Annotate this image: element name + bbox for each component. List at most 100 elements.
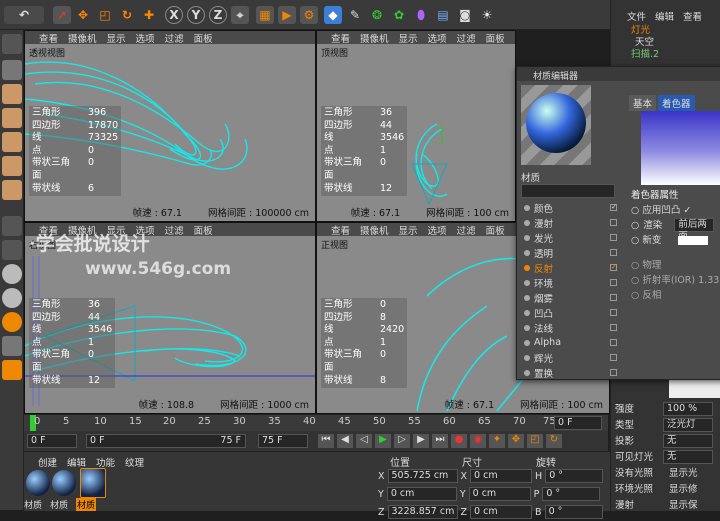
cube-icon[interactable]: ◆ xyxy=(324,6,342,24)
color-swatch[interactable] xyxy=(669,380,720,398)
record-icon[interactable]: ● xyxy=(451,434,467,448)
axis-mode-icon[interactable] xyxy=(2,216,22,236)
object-item[interactable]: 天空 xyxy=(631,37,720,49)
world-icon[interactable]: ⌖ xyxy=(231,6,249,24)
z-axis-icon[interactable]: Z xyxy=(209,6,227,24)
physical-row[interactable]: ○ 物理 xyxy=(631,258,720,273)
make-editable-icon[interactable] xyxy=(2,34,22,54)
next-frame-icon[interactable]: ▷ xyxy=(394,434,410,448)
rot-b-field[interactable]: 0 ° xyxy=(544,505,603,519)
prev-key-icon[interactable]: ◀ xyxy=(337,434,353,448)
material-swatch[interactable] xyxy=(52,470,76,496)
ior-row[interactable]: ○ 折射率(IOR) 1.333 xyxy=(631,273,720,288)
menu-view[interactable]: 查看 xyxy=(39,31,58,45)
play-icon[interactable]: ▶ xyxy=(375,434,391,448)
menu-function[interactable]: 功能 xyxy=(96,455,115,469)
show-mod-check[interactable]: 显示修 xyxy=(669,482,698,498)
show-light-check[interactable]: 显示光 xyxy=(669,466,698,482)
viewport-perspective[interactable]: 查看 摄像机 显示 选项 过滤 面板 透视视图 三角形 396 四边形 17870 线 7332… xyxy=(24,30,316,222)
channel-diffuse[interactable]: 漫射 xyxy=(521,215,621,230)
tab-basic[interactable]: 基本 xyxy=(629,95,657,111)
y-axis-icon[interactable]: Y xyxy=(187,6,205,24)
scale-key-icon[interactable]: ◰ xyxy=(527,434,543,448)
pos-y-field[interactable]: 0 cm xyxy=(386,487,457,501)
channel-transparency[interactable]: 透明 xyxy=(521,245,621,260)
size-y-field[interactable]: 0 cm xyxy=(468,487,531,501)
edges-mode-icon[interactable] xyxy=(2,156,22,176)
pos-z-field[interactable]: 3228.857 cm xyxy=(387,505,458,519)
go-end-icon[interactable]: ⏭ xyxy=(432,434,448,448)
viewport-top[interactable]: 查看 摄像机 显示 选项 过滤 面板 顶视图 三角形 36 四边形 44 线 3546 点1 带… xyxy=(316,30,516,222)
render-view-icon[interactable]: ▦ xyxy=(256,6,274,24)
rot-h-field[interactable]: 0 ° xyxy=(545,469,604,483)
no-light-check[interactable]: 没有光照 xyxy=(615,466,663,482)
render-row[interactable]: ○ 渲染前后两面 xyxy=(631,218,720,242)
preview-range-field[interactable]: 0 F 75 F xyxy=(86,434,246,448)
shadow-select[interactable]: 无 xyxy=(663,434,713,448)
tab-shader[interactable]: 着色器 xyxy=(658,95,695,111)
menu-edit[interactable]: 编辑 xyxy=(655,9,674,23)
size-z-field[interactable]: 0 cm xyxy=(470,505,533,519)
show-keep-check[interactable]: 显示保 xyxy=(669,498,698,514)
channel-bump[interactable]: 凹凸 xyxy=(521,305,621,320)
channel-displacement[interactable]: 置换 xyxy=(521,365,621,380)
select-icon[interactable]: ➚ xyxy=(53,6,71,24)
pen-icon[interactable]: ✎ xyxy=(346,6,364,24)
menu-edit[interactable]: 编辑 xyxy=(67,455,86,469)
render-settings-icon[interactable]: ⚙ xyxy=(300,6,318,24)
go-start-icon[interactable]: ⏮ xyxy=(318,434,334,448)
menu-view[interactable]: 查看 xyxy=(683,9,702,23)
object-item[interactable]: 灯光 xyxy=(631,25,720,37)
prev-frame-icon[interactable]: ◁ xyxy=(356,434,372,448)
apply-bump-check[interactable]: ○ 应用凹凸 ✓ xyxy=(631,203,720,218)
viewport-right[interactable]: 查看 摄像机 显示 选项 过滤 面板 右视图 ·学会批说设计 www.546g.com 三… xyxy=(24,222,316,414)
channel-alpha[interactable]: Alpha xyxy=(521,335,621,350)
channel-color[interactable]: 颜色 ✓ xyxy=(521,200,621,215)
move-icon[interactable]: ✥ xyxy=(74,6,92,24)
scene-icon[interactable]: ▤ xyxy=(434,6,452,24)
polygons-mode-icon[interactable] xyxy=(2,180,22,200)
channel-normal[interactable]: 法线 xyxy=(521,320,621,335)
menu-file[interactable]: 文件 xyxy=(627,9,646,23)
rotate-key-icon[interactable]: ↻ xyxy=(546,434,562,448)
menu-filter[interactable]: 过滤 xyxy=(165,31,184,45)
material-name-field[interactable] xyxy=(521,184,615,198)
model-mode-icon[interactable] xyxy=(2,60,22,80)
render-picture-icon[interactable]: ▶ xyxy=(278,6,296,24)
motion-icon[interactable]: ✥ xyxy=(508,434,524,448)
menu-options[interactable]: 选项 xyxy=(136,31,155,45)
channel-fog[interactable]: 烟雾 xyxy=(521,290,621,305)
magnet-icon[interactable] xyxy=(2,312,22,332)
camera-icon[interactable]: ◙ xyxy=(456,6,474,24)
array-icon[interactable]: ✿ xyxy=(390,6,408,24)
pos-x-field[interactable]: 505.725 cm xyxy=(387,469,458,483)
menu-create[interactable]: 创建 xyxy=(38,455,57,469)
light-icon[interactable]: ☀ xyxy=(478,6,496,24)
channel-glow[interactable]: 辉光 xyxy=(521,350,621,365)
type-select[interactable]: 泛光灯 xyxy=(663,418,713,432)
tweak-icon[interactable] xyxy=(2,240,22,260)
autokey-icon[interactable]: ◉ xyxy=(470,434,486,448)
menu-camera[interactable]: 摄像机 xyxy=(68,31,97,45)
material-swatch[interactable] xyxy=(26,470,50,496)
gradient-preview[interactable] xyxy=(641,111,720,185)
fade-row[interactable]: ○ 新变 xyxy=(631,233,720,248)
channel-luminance[interactable]: 发光 xyxy=(521,230,621,245)
start-frame-field[interactable]: 0 F xyxy=(27,434,77,448)
rotate-icon[interactable]: ↻ xyxy=(118,6,136,24)
menu-panel[interactable]: 面板 xyxy=(194,31,213,45)
snap-settings-icon[interactable] xyxy=(2,288,22,308)
workplane-icon[interactable] xyxy=(2,108,22,128)
deformer-icon[interactable]: ⬮ xyxy=(412,6,430,24)
end-frame-field[interactable]: 75 F xyxy=(258,434,308,448)
channel-reflection[interactable]: 反射 ✓ xyxy=(521,260,621,275)
cursor-add-icon[interactable]: ✚ xyxy=(140,6,158,24)
menu-texture[interactable]: 纹理 xyxy=(125,455,144,469)
points-mode-icon[interactable] xyxy=(2,132,22,152)
diffuse-check[interactable]: 漫射 xyxy=(615,498,663,514)
grid-icon[interactable] xyxy=(2,336,22,356)
next-key-icon[interactable]: ▶ xyxy=(413,434,429,448)
intensity-field[interactable]: 100 % xyxy=(663,402,713,416)
size-x-field[interactable]: 0 cm xyxy=(470,469,533,483)
ambient-check[interactable]: 环境光照 xyxy=(615,482,663,498)
